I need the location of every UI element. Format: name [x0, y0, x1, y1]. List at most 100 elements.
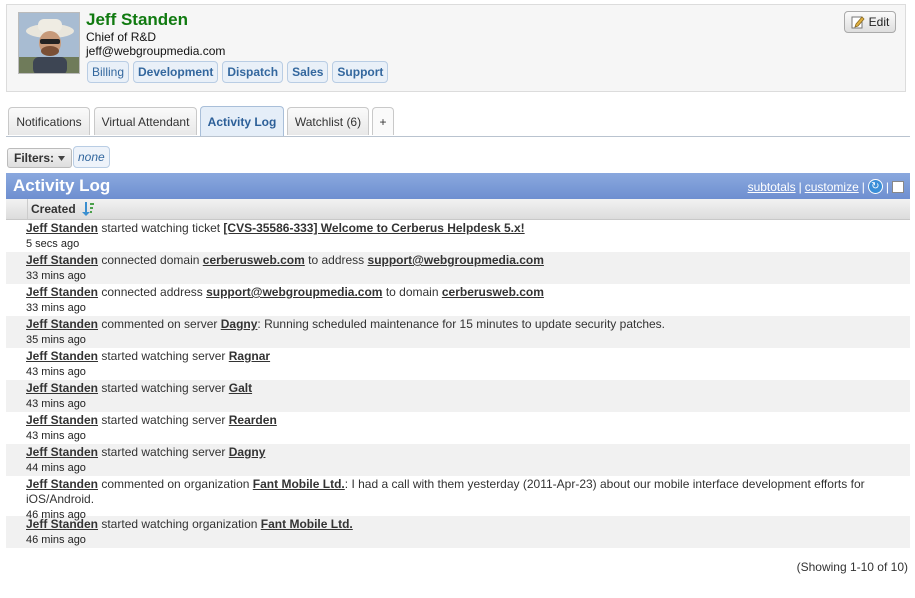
activity-text: Jeff Standen started watching server Dag…	[26, 445, 910, 460]
separator: |	[861, 179, 865, 194]
refresh-icon[interactable]: ↻	[867, 179, 883, 194]
target-link[interactable]: support@webgroupmedia.com	[206, 285, 382, 299]
tab-activity-log[interactable]: Activity Log	[200, 106, 284, 136]
activity-timestamp: 43 mins ago	[26, 366, 86, 378]
filters-value[interactable]: none	[73, 146, 110, 168]
edit-icon	[851, 16, 865, 29]
column-created[interactable]: Created	[31, 202, 76, 216]
group-billing[interactable]: Billing	[87, 61, 130, 83]
activity-row: Jeff Standen started watching server Gal…	[6, 380, 910, 412]
tab-add[interactable]: +	[372, 107, 394, 135]
target-link[interactable]: Dagny	[229, 445, 266, 459]
group-sales[interactable]: Sales	[287, 61, 329, 83]
activity-timestamp: 5 secs ago	[26, 238, 80, 250]
avatar	[18, 12, 80, 74]
filters-button[interactable]: Filters:	[7, 148, 73, 168]
target-link[interactable]: Fant Mobile Ltd.	[253, 477, 345, 491]
pagination-status: (Showing 1-10 of 10)	[796, 560, 908, 574]
activity-row: Jeff Standen connected domain cerberuswe…	[6, 252, 910, 284]
activity-row: Jeff Standen commented on organization F…	[6, 476, 910, 521]
activity-text-fragment: started watching server	[98, 445, 229, 459]
actor-link[interactable]: Jeff Standen	[26, 445, 98, 459]
target-link[interactable]: cerberusweb.com	[442, 285, 544, 299]
activity-text-fragment: connected address	[98, 285, 207, 299]
customize-link[interactable]: customize	[805, 180, 859, 194]
group-dispatch[interactable]: Dispatch	[222, 61, 284, 83]
subtotals-link[interactable]: subtotals	[748, 180, 796, 194]
actor-link[interactable]: Jeff Standen	[26, 413, 98, 427]
actor-link[interactable]: Jeff Standen	[26, 517, 98, 531]
activity-timestamp: 44 mins ago	[26, 462, 86, 474]
column-header-spacer	[6, 199, 28, 219]
target-link[interactable]: cerberusweb.com	[203, 253, 305, 267]
group-support[interactable]: Support	[332, 61, 389, 83]
activity-text-fragment: commented on server	[98, 317, 221, 331]
activity-text-fragment: started watching server	[98, 381, 229, 395]
activity-text-fragment: connected domain	[98, 253, 203, 267]
edit-label: Edit	[868, 15, 890, 29]
separator: |	[798, 179, 802, 194]
activity-timestamp: 33 mins ago	[26, 302, 86, 314]
target-link[interactable]: Galt	[229, 381, 252, 395]
activity-text-fragment: started watching server	[98, 413, 229, 427]
tab-watchlist[interactable]: Watchlist (6)	[287, 107, 369, 135]
activity-row: Jeff Standen connected address support@w…	[6, 284, 910, 316]
activity-text-fragment: to address	[304, 253, 368, 267]
activity-row: Jeff Standen started watching server Dag…	[6, 444, 910, 476]
activity-text: Jeff Standen commented on organization F…	[26, 477, 910, 507]
tab-bar: Notifications Virtual Attendant Activity…	[6, 106, 910, 137]
edit-button[interactable]: Edit	[844, 11, 896, 33]
filters-label: Filters:	[14, 151, 55, 165]
activity-header: Activity Log subtotals | customize | ↻ |	[6, 173, 910, 199]
activity-title: Activity Log	[13, 176, 111, 195]
target-link[interactable]: support@webgroupmedia.com	[368, 253, 544, 267]
sort-descending-icon[interactable]	[82, 202, 94, 216]
activity-timestamp: 43 mins ago	[26, 430, 86, 442]
activity-actions: subtotals | customize | ↻ |	[748, 179, 904, 194]
target-link[interactable]: Ragnar	[229, 349, 270, 363]
tab-notifications[interactable]: Notifications	[8, 107, 90, 135]
activity-text: Jeff Standen started watching server Rag…	[26, 349, 910, 364]
activity-timestamp: 35 mins ago	[26, 334, 86, 346]
actor-link[interactable]: Jeff Standen	[26, 477, 98, 491]
activity-text: Jeff Standen connected address support@w…	[26, 285, 910, 300]
activity-row: Jeff Standen started watching server Rea…	[6, 412, 910, 444]
activity-text-fragment: commented on organization	[98, 477, 253, 491]
column-header: Created	[6, 199, 910, 220]
activity-text-fragment: started watching organization	[98, 517, 261, 531]
actor-link[interactable]: Jeff Standen	[26, 317, 98, 331]
target-link[interactable]: Fant Mobile Ltd.	[261, 517, 353, 531]
group-list: Billing Development Dispatch Sales Suppo…	[87, 61, 389, 83]
target-link[interactable]: Rearden	[229, 413, 277, 427]
activity-row: Jeff Standen started watching organizati…	[6, 516, 910, 548]
avatar-image	[19, 13, 79, 73]
profile-title: Chief of R&D	[86, 30, 157, 44]
activity-row: Jeff Standen started watching server Rag…	[6, 348, 910, 380]
actor-link[interactable]: Jeff Standen	[26, 381, 98, 395]
activity-list: Jeff Standen started watching ticket [CV…	[6, 220, 910, 548]
activity-text: Jeff Standen connected domain cerberuswe…	[26, 253, 910, 268]
activity-row: Jeff Standen commented on server Dagny: …	[6, 316, 910, 348]
activity-row: Jeff Standen started watching ticket [CV…	[6, 220, 910, 252]
select-all-checkbox[interactable]	[892, 180, 904, 193]
activity-text: Jeff Standen started watching organizati…	[26, 517, 910, 532]
activity-text: Jeff Standen started watching ticket [CV…	[26, 221, 910, 236]
tab-virtual-attendant[interactable]: Virtual Attendant	[94, 107, 197, 135]
profile-email: jeff@webgroupmedia.com	[86, 44, 226, 58]
actor-link[interactable]: Jeff Standen	[26, 221, 98, 235]
actor-link[interactable]: Jeff Standen	[26, 253, 98, 267]
activity-text-fragment: started watching ticket	[98, 221, 224, 235]
group-development[interactable]: Development	[133, 61, 219, 83]
profile-card: Jeff Standen Chief of R&D jeff@webgroupm…	[6, 4, 906, 92]
actor-link[interactable]: Jeff Standen	[26, 285, 98, 299]
activity-text-fragment: : Running scheduled maintenance for 15 m…	[257, 317, 666, 331]
activity-text: Jeff Standen started watching server Gal…	[26, 381, 910, 396]
chevron-down-icon	[58, 155, 66, 161]
activity-text-fragment: to domain	[382, 285, 442, 299]
activity-text: Jeff Standen started watching server Rea…	[26, 413, 910, 428]
actor-link[interactable]: Jeff Standen	[26, 349, 98, 363]
target-link[interactable]: [CVS-35586-333] Welcome to Cerberus Help…	[223, 221, 524, 235]
profile-name: Jeff Standen	[86, 10, 189, 29]
target-link[interactable]: Dagny	[221, 317, 258, 331]
activity-timestamp: 46 mins ago	[26, 534, 86, 546]
